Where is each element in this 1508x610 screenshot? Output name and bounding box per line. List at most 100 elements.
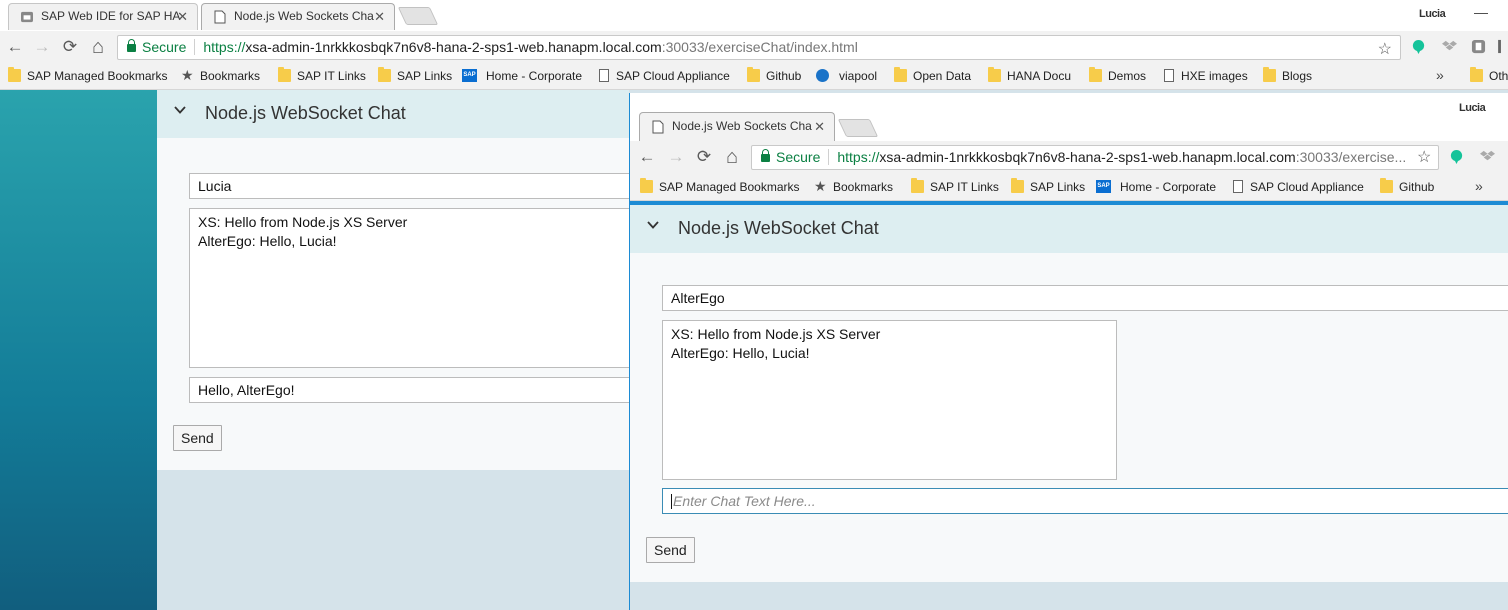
bookmark-home-corporate[interactable]: SAP Home - Corporate [462, 68, 582, 84]
bookmark-label: SAP Managed Bookmarks [27, 69, 168, 83]
send-button[interactable]: Send [646, 537, 695, 563]
viapool-icon [816, 69, 829, 82]
back-toolbar: ← → ⟳ ⌂ Secure https://xsa-admin-1nrkkkos… [0, 31, 1508, 63]
bookmark-hxe-images[interactable]: HXE images [1162, 68, 1248, 84]
star-icon: ★ [181, 67, 194, 83]
bookmark-star-icon[interactable]: ☆ [1417, 147, 1431, 167]
bookmark-star-icon[interactable]: ☆ [1378, 38, 1392, 59]
close-icon[interactable]: ✕ [374, 4, 385, 29]
home-icon[interactable]: ⌂ [722, 147, 742, 167]
sap-logo-icon: SAP [1096, 180, 1111, 193]
folder-icon [988, 67, 1001, 82]
chat-text-input[interactable]: Enter Chat Text Here... [662, 488, 1508, 514]
bookmark-sap-it-links[interactable]: SAP IT Links [911, 178, 999, 195]
bookmark-sap-managed[interactable]: SAP Managed Bookmarks [8, 67, 168, 84]
bookmark-label: Open Data [913, 69, 972, 83]
reload-icon[interactable]: ⟳ [694, 147, 714, 167]
bookmark-label: Github [766, 69, 802, 83]
side-background [0, 90, 157, 610]
chat-message: XS: Hello from Node.js XS Server [198, 214, 408, 230]
bookmark-sap-links[interactable]: SAP Links [378, 67, 452, 84]
bookmark-sap-managed[interactable]: SAP Managed Bookmarks [640, 178, 800, 195]
text-caret [671, 494, 672, 509]
tab-websockets-chat[interactable]: Node.js Web Sockets Cha ✕ [201, 3, 395, 30]
address-bar[interactable]: Secure https://xsa-admin-1nrkkkosbqk7n6v8… [117, 35, 1401, 60]
bookmark-github[interactable]: Github [1380, 178, 1434, 195]
panel-header: Node.js WebSocket Chat [630, 205, 1508, 253]
forward-icon[interactable]: → [666, 147, 686, 167]
panel-header: Node.js WebSocket Chat [157, 90, 629, 138]
url-host: xsa-admin-1nrkkkosbqk7n6v8-hana-2-sps1-w… [879, 149, 1296, 165]
chat-messages: XS: Hello from Node.js XS Server AlterEg… [189, 208, 639, 368]
lock-icon [761, 149, 770, 162]
tab-websockets-chat[interactable]: Node.js Web Sockets Cha ✕ [639, 112, 835, 141]
bookmark-label: Home - Corporate [1120, 180, 1217, 194]
panel-title: Node.js WebSocket Chat [205, 103, 406, 123]
url-scheme: https:// [203, 39, 246, 55]
tab-title: SAP Web IDE for SAP HA [41, 9, 181, 23]
chat-message: XS: Hello from Node.js XS Server [671, 326, 881, 342]
bookmark-label: SAP IT Links [297, 69, 366, 83]
chat-text-input[interactable]: Hello, AlterEgo! [189, 377, 639, 403]
bookmark-viapool[interactable]: viapool [816, 68, 877, 84]
name-input[interactable]: Lucia [189, 173, 639, 199]
grammarly-extension-icon[interactable] [1449, 149, 1464, 164]
folder-icon [1089, 67, 1102, 82]
bookmark-blogs[interactable]: Blogs [1263, 67, 1313, 84]
url-path: :30033/exercise... [1295, 149, 1407, 165]
back-icon[interactable]: ← [5, 37, 25, 57]
extension-icon[interactable] [1471, 39, 1486, 54]
dropbox-extension-icon[interactable] [1442, 39, 1457, 54]
divider [828, 149, 830, 165]
bookmark-github[interactable]: Github [747, 67, 802, 84]
back-icon[interactable]: ← [637, 147, 657, 167]
grammarly-extension-icon[interactable] [1411, 39, 1426, 54]
new-tab-button[interactable] [837, 119, 879, 137]
bookmark-demos[interactable]: Demos [1089, 67, 1146, 84]
bookmark-sap-links[interactable]: SAP Links [1011, 178, 1085, 195]
tab-sap-web-ide[interactable]: SAP Web IDE for SAP HA ✕ [8, 3, 198, 30]
bookmarks-overflow-chevron[interactable]: » [1475, 178, 1483, 194]
chevron-down-icon[interactable] [647, 219, 659, 231]
bookmark-hana-docu[interactable]: HANA Docu [988, 67, 1071, 84]
folder-icon [1263, 67, 1276, 82]
send-button[interactable]: Send [173, 425, 222, 451]
folder-icon [1011, 178, 1024, 193]
address-bar[interactable]: Secure https://xsa-admin-1nrkkkosbqk7n6v8… [751, 145, 1439, 170]
bookmark-label: viapool [839, 69, 878, 83]
profile-name[interactable]: Lucia [1459, 102, 1486, 114]
bookmark-home-corporate[interactable]: SAP Home - Corporate [1096, 179, 1216, 195]
chat-panel-alterego: Node.js WebSocket Chat AlterEgo XS: Hell… [630, 205, 1508, 582]
bookmark-label: Oth [1489, 69, 1508, 83]
reload-icon[interactable]: ⟳ [60, 37, 80, 57]
url-scheme: https:// [837, 149, 880, 165]
bookmark-sap-cloud-appliance[interactable]: SAP Cloud Appliance [597, 68, 730, 84]
dropbox-extension-icon[interactable] [1480, 149, 1495, 164]
divider [194, 39, 196, 55]
name-input[interactable]: AlterEgo [662, 285, 1508, 311]
bookmark-other[interactable]: Oth [1470, 67, 1508, 84]
menu-icon[interactable] [1497, 39, 1503, 54]
new-tab-button[interactable] [397, 7, 439, 25]
star-icon: ★ [814, 178, 827, 194]
bookmark-open-data[interactable]: Open Data [894, 67, 972, 84]
bookmark-bookmarks[interactable]: ★ Bookmarks [814, 179, 893, 195]
chevron-down-icon[interactable] [174, 104, 186, 116]
bookmarks-overflow-chevron[interactable]: » [1436, 67, 1444, 83]
bookmark-sap-cloud-appliance[interactable]: SAP Cloud Appliance [1231, 179, 1364, 195]
url-path: :30033/exerciseChat/index.html [661, 39, 858, 55]
bookmark-label: Blogs [1282, 69, 1313, 83]
bookmark-label: Bookmarks [833, 180, 894, 194]
close-icon[interactable]: ✕ [814, 113, 825, 140]
folder-icon [747, 67, 760, 82]
forward-icon[interactable]: → [32, 37, 52, 57]
tab-title: Node.js Web Sockets Cha [234, 9, 374, 23]
profile-name[interactable]: Lucia [1419, 8, 1446, 20]
home-icon[interactable]: ⌂ [88, 37, 108, 57]
bookmark-bookmarks[interactable]: ★ Bookmarks [181, 68, 260, 84]
minimize-button[interactable]: — [1474, 4, 1488, 20]
secure-label: Secure [776, 149, 821, 165]
bookmark-sap-it-links[interactable]: SAP IT Links [278, 67, 366, 84]
sap-logo-icon: SAP [462, 69, 477, 82]
close-icon[interactable]: ✕ [177, 4, 188, 29]
